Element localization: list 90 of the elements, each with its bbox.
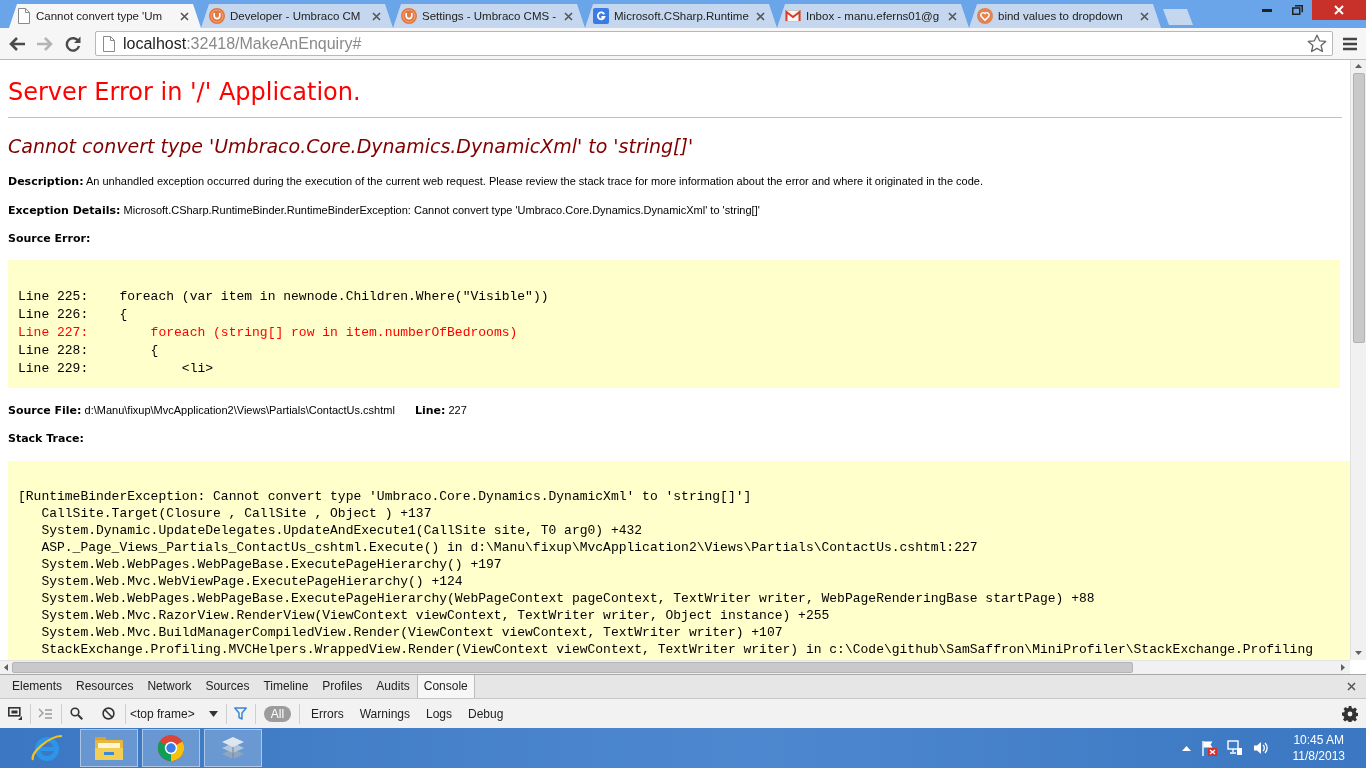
up-arrow-icon[interactable]	[1355, 64, 1362, 68]
stack-frame-line: System.Dynamic.UpdateDelegates.UpdateAndExecute1(CallSite site, T0 arg0) +432	[41, 522, 643, 539]
close-icon[interactable]	[948, 11, 957, 21]
frame-select[interactable]: <top frame>	[130, 706, 218, 721]
filter-button[interactable]: Warnings	[352, 705, 417, 722]
stack-frame-line: CallSite.Target(Closure , CallSite , Object ) +137	[41, 505, 432, 522]
browser-tab[interactable]: Settings - Umbraco CMS -	[393, 4, 585, 28]
folder-icon[interactable]	[93, 734, 125, 762]
error-heading: Cannot convert type 'Umbraco.Core.Dynamics.DynamicXml' to 'string[]'	[8, 134, 694, 158]
horizontal-scrollbar[interactable]	[0, 660, 1350, 674]
url-text: localhost:32418/MakeAnEnquiry#	[123, 34, 363, 53]
e-logo-icon[interactable]	[31, 733, 63, 763]
page-icon	[17, 8, 31, 24]
browser-tab[interactable]: Developer - Umbraco CM	[201, 4, 393, 28]
devtools-tab[interactable]: Sources	[198, 675, 257, 698]
stack-frame-line: System.Web.Mvc.RazorView.RenderView(ViewContext viewContext, TextWriter writer, Object instance) +255	[41, 607, 830, 624]
code-line: Line 226: {	[18, 306, 128, 324]
exception-line: [RuntimeBinderException: Cannot convert type 'Umbraco.Core.Dynamics.DynamicXml' to 'string[]']	[18, 488, 752, 505]
vertical-scrollbar[interactable]	[1350, 60, 1366, 660]
down-arrow-icon[interactable]	[1355, 651, 1362, 655]
stack-frame-line: ASP._Page_Views_Partials_ContactUs_cshtml.Execute() in d:\Manu\fixup\MvcApplication2\Views\Partials\ContactUs.cshtml:227	[41, 539, 978, 556]
left-arrow-icon[interactable]	[4, 664, 8, 671]
circle-logo-icon[interactable]	[156, 733, 186, 763]
browser-tab[interactable]: Cannot convert type 'Um	[9, 4, 201, 28]
circle-slash-icon[interactable]	[102, 707, 115, 720]
caret-up-icon[interactable]	[1181, 745, 1191, 751]
exception-details-text: Exception Details: Microsoft.CSharp.RuntimeBinder.RuntimeBinderException: Cannot convert type 'Umbraco.Core.Dynamics.DynamicXml' to 'string[]'	[8, 203, 760, 219]
browser-tab[interactable]: bind values to dropdown	[969, 4, 1161, 28]
source-file-text: Source File: d:\Manu\fixup\MvcApplication2\Views\Partials\ContactUs.cshtml	[8, 403, 395, 419]
description-text: Description: An unhandled exception occurred during the execution of the current web request. Please review the stack trace for more information about the error and where it originated in the code.	[8, 174, 984, 190]
speaker-icon[interactable]	[1252, 740, 1269, 756]
filter-button[interactable]: Debug	[461, 705, 511, 722]
code-line: Line 228: {	[18, 342, 159, 360]
clock-date: 11/8/2013	[1292, 748, 1345, 764]
taskbar-button[interactable]	[80, 729, 138, 767]
code-line: Line 225: foreach (var item in newnode.Children.Where("Visible"))	[18, 288, 549, 306]
page-title: Server Error in '/' Application.	[8, 77, 361, 107]
right-arrow-icon[interactable]	[1341, 664, 1345, 671]
filter-button[interactable]: Errors	[304, 705, 351, 722]
taskbar-button[interactable]	[142, 729, 200, 767]
line-number-text: Line: 227	[414, 403, 467, 419]
stack-frame-line: System.Web.WebPages.WebPageBase.ExecutePageHierarchy() +197	[41, 556, 502, 573]
search-icon[interactable]	[70, 707, 83, 720]
gear-icon[interactable]	[1342, 705, 1358, 722]
devtools-tab[interactable]: Elements	[5, 675, 70, 698]
devtools-tab[interactable]: Resources	[69, 675, 141, 698]
page-icon	[102, 35, 116, 52]
close-icon[interactable]	[1140, 11, 1149, 21]
close-icon[interactable]	[756, 11, 765, 21]
stack-frame-line: System.Web.Mvc.BuildManagerCompiledView.Render(ViewContext viewContext, TextWriter writer) +107	[41, 624, 783, 641]
round-logo-icon	[209, 8, 225, 24]
flag-icon[interactable]	[1200, 740, 1217, 756]
browser-tab[interactable]: Microsoft.CSharp.Runtime	[585, 4, 777, 28]
browser-tab[interactable]: Inbox - manu.eferns01@g	[777, 4, 969, 28]
close-icon[interactable]	[564, 11, 573, 21]
filter-button[interactable]: Logs	[419, 705, 459, 722]
star-icon[interactable]	[1307, 34, 1327, 53]
clock-time: 10:45 AM	[1293, 732, 1345, 748]
network-icon[interactable]	[1226, 740, 1243, 756]
filter-icon[interactable]	[233, 707, 247, 720]
close-icon	[1334, 5, 1344, 15]
source-error-label: Source Error:	[8, 231, 91, 247]
close-button[interactable]	[1312, 0, 1366, 20]
close-icon[interactable]	[372, 11, 381, 21]
stack-frame-line: System.Web.Mvc.WebViewPage.ExecutePageHierarchy() +124	[41, 573, 463, 590]
address-field[interactable]: localhost:32418/MakeAnEnquiry#	[95, 31, 1333, 56]
code-line: Line 227: foreach (string[] row in item.numberOfBedrooms)	[18, 324, 518, 342]
menu-icon[interactable]	[1341, 35, 1359, 52]
devtools-tab[interactable]: Profiles	[315, 675, 370, 698]
close-icon[interactable]	[180, 11, 189, 21]
devtools-tab[interactable]: Timeline	[256, 675, 316, 698]
devtools-tab[interactable]: Console	[416, 675, 475, 698]
window-icon[interactable]	[8, 707, 22, 720]
scrollbar-thumb[interactable]	[12, 662, 1133, 673]
devtools-tab[interactable]: Network	[140, 675, 199, 698]
code-line: Line 229: <li>	[18, 360, 214, 378]
envelope-icon	[785, 10, 801, 22]
devtools-tab[interactable]: Audits	[369, 675, 417, 698]
stack-frame-line: System.Web.WebPages.WebPageBase.ExecutePageHierarchy(WebPageContext pageContext, TextWriter writer, WebPageRenderingBase startPage) +88	[41, 590, 1095, 607]
reload-icon[interactable]	[64, 34, 82, 53]
minimize-icon	[1262, 8, 1272, 12]
scrollbar-thumb[interactable]	[1352, 73, 1365, 343]
back-arrow-icon[interactable]	[8, 35, 26, 52]
caret-down-icon[interactable]	[208, 710, 218, 717]
stack-frame-line: StackExchange.Profiling.MVCHelpers.WrappedView.Render(ViewContext viewContext, TextWriter writer) in c:\Code\github\SamSaffron\MiniProfiler\StackExchange.Profiling	[41, 641, 1313, 658]
restore-icon	[1291, 5, 1303, 15]
square-logo-icon	[593, 8, 609, 24]
stack-trace-label: Stack Trace:	[8, 431, 84, 447]
close-icon[interactable]	[1347, 682, 1356, 691]
round-logo-icon	[401, 8, 417, 24]
